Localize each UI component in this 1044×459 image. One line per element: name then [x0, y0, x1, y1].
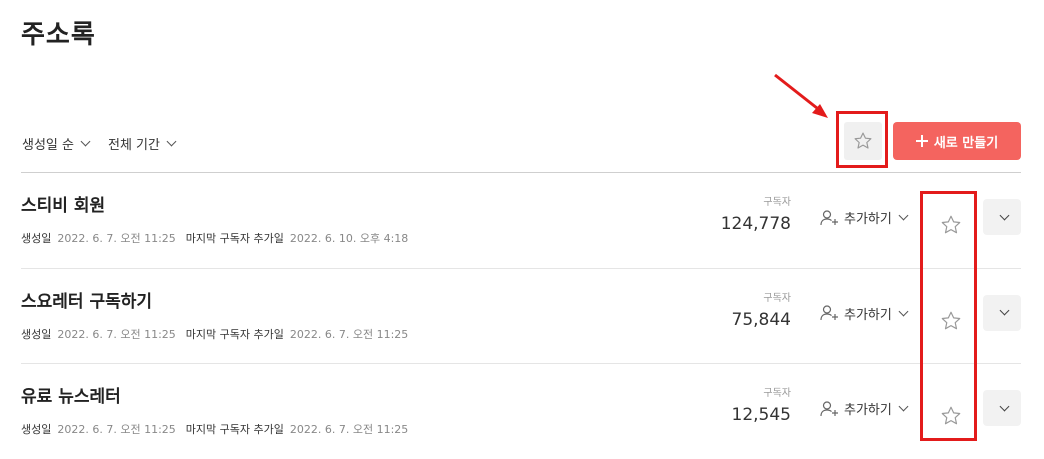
last-added-value: 2022. 6. 7. 오전 11:25 — [289, 327, 409, 341]
expand-button[interactable] — [983, 294, 1021, 331]
chevron-down-icon — [898, 210, 909, 221]
star-outline-icon — [941, 311, 961, 329]
new-button-label: 새로 만들기 — [933, 135, 999, 151]
subscriber-header: 구독자 — [763, 292, 791, 304]
last-added-value: 2022. 6. 10. 오후 4:18 — [289, 232, 409, 245]
subscriber-count: 12,545 — [731, 405, 791, 425]
add-subscriber-dropdown[interactable]: 추가하기 — [820, 208, 909, 227]
last-added-label: 마지막 구독자 추가일 — [185, 327, 284, 341]
created-value: 2022. 6. 7. 오전 11:25 — [57, 232, 176, 245]
toolbar: 생성일 순 전체 기간 새로 만들기 — [0, 120, 1044, 164]
created-value: 2022. 6. 7. 오전 11:25 — [57, 423, 176, 436]
chevron-down-icon — [898, 401, 909, 412]
sort-dropdown[interactable]: 생성일 순 — [22, 134, 91, 153]
list-meta: 생성일 2022. 6. 7. 오전 11:25 마지막 구독자 추가일 2022. … — [21, 230, 418, 246]
list-item[interactable]: 스요레터 구독하기 생성일 2022. 6. 7. 오전 11:25 마지막 구독자… — [0, 269, 1044, 364]
chevron-down-icon — [999, 210, 1009, 220]
subscriber-header: 구독자 — [763, 197, 791, 208]
favorite-toggle[interactable] — [935, 209, 967, 241]
chevron-down-icon — [898, 306, 909, 316]
list-meta: 생성일 2022. 6. 7. 오전 11:25 마지막 구독자 추가일 2022. … — [21, 326, 418, 342]
favorite-filter-button[interactable] — [844, 122, 882, 160]
star-outline-icon — [941, 215, 961, 234]
subscriber-count: 75,844 — [731, 309, 791, 330]
subscriber-header: 구독자 — [763, 388, 791, 399]
chevron-down-icon — [166, 136, 177, 147]
chevron-down-icon — [999, 401, 1009, 411]
user-plus-icon — [820, 305, 838, 321]
list-name[interactable]: 스티비 회원 — [21, 191, 105, 216]
expand-button[interactable] — [983, 199, 1021, 235]
list-name[interactable]: 스요레터 구독하기 — [21, 287, 152, 312]
subscriber-count: 124,778 — [720, 214, 791, 234]
add-subscriber-dropdown[interactable]: 추가하기 — [820, 399, 909, 418]
list-item[interactable]: 유료 뉴스레터 생성일 2022. 6. 7. 오전 11:25 마지막 구독자 추… — [0, 364, 1044, 459]
period-label: 전체 기간 — [108, 138, 160, 153]
plus-icon — [915, 135, 928, 147]
list-meta: 생성일 2022. 6. 7. 오전 11:25 마지막 구독자 추가일 2022. … — [21, 421, 418, 437]
created-label: 생성일 — [21, 232, 52, 245]
last-added-label: 마지막 구독자 추가일 — [185, 232, 284, 245]
period-dropdown[interactable]: 전체 기간 — [108, 134, 177, 153]
star-outline-icon — [941, 406, 961, 425]
sort-label: 생성일 순 — [22, 138, 74, 153]
last-added-value: 2022. 6. 7. 오전 11:25 — [289, 423, 409, 436]
list-item[interactable]: 스티비 회원 생성일 2022. 6. 7. 오전 11:25 마지막 구독자 추가… — [0, 173, 1044, 269]
add-button-label: 추가하기 — [844, 403, 892, 418]
last-added-label: 마지막 구독자 추가일 — [185, 423, 284, 436]
page-title: 주소록 — [21, 20, 96, 50]
address-book-list: 스티비 회원 생성일 2022. 6. 7. 오전 11:25 마지막 구독자 추가… — [0, 173, 1044, 459]
favorite-toggle[interactable] — [935, 305, 967, 337]
created-label: 생성일 — [21, 327, 52, 341]
list-name[interactable]: 유료 뉴스레터 — [21, 382, 121, 407]
expand-button[interactable] — [983, 390, 1021, 426]
add-button-label: 추가하기 — [844, 307, 892, 323]
created-label: 생성일 — [21, 423, 52, 436]
user-plus-icon — [820, 400, 838, 416]
chevron-down-icon — [80, 136, 91, 147]
add-button-label: 추가하기 — [844, 212, 892, 227]
new-address-book-button[interactable]: 새로 만들기 — [893, 122, 1021, 160]
chevron-down-icon — [999, 305, 1009, 316]
created-value: 2022. 6. 7. 오전 11:25 — [57, 327, 176, 341]
add-subscriber-dropdown[interactable]: 추가하기 — [820, 304, 909, 323]
favorite-toggle[interactable] — [935, 400, 967, 432]
star-outline-icon — [854, 132, 872, 149]
user-plus-icon — [820, 209, 838, 225]
